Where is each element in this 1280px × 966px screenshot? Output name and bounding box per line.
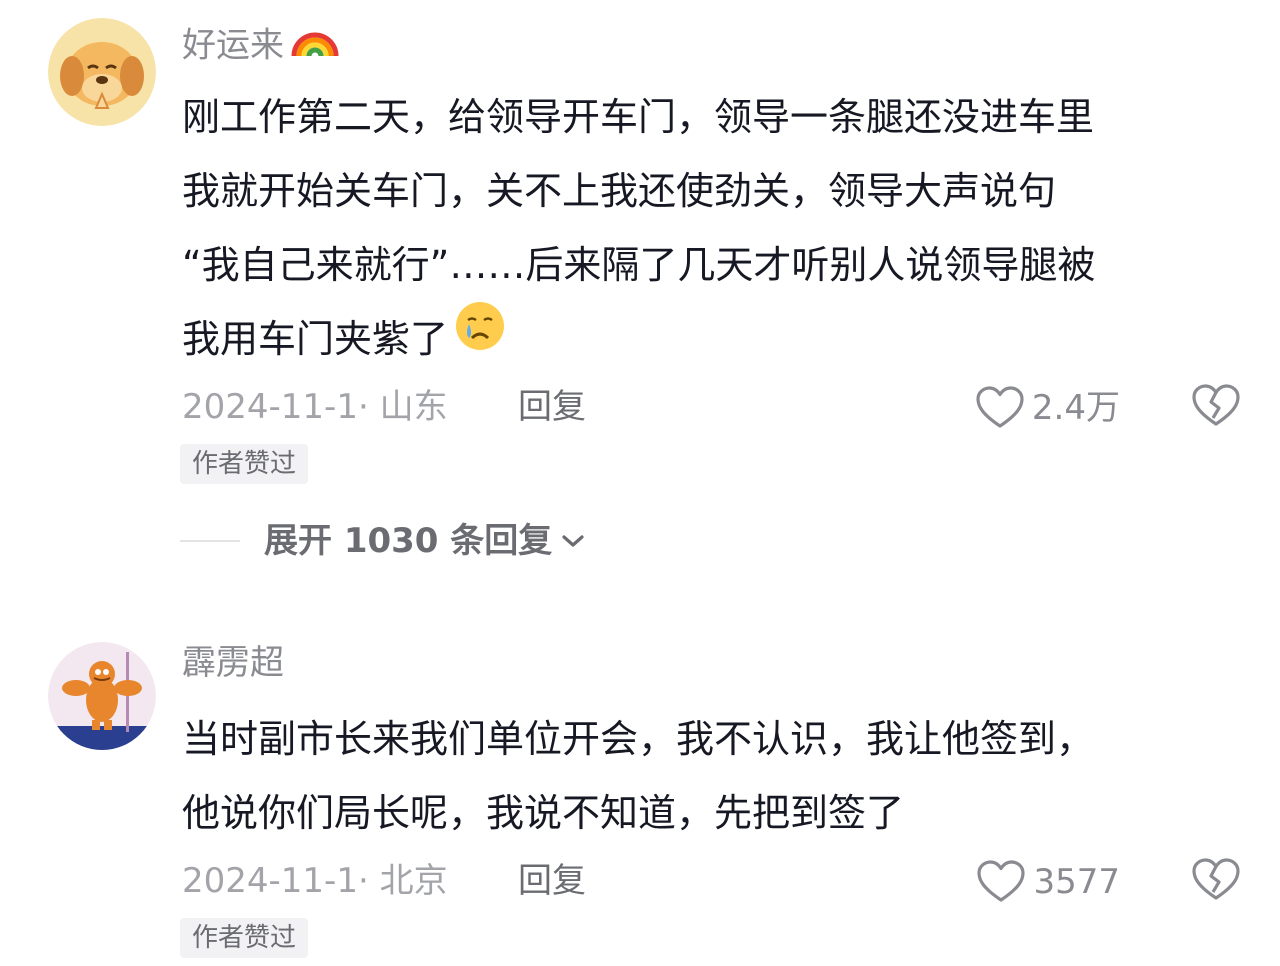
avatar[interactable] — [48, 18, 156, 126]
crying-face-icon — [454, 300, 506, 376]
comment-line: 刚工作第二天，给领导开车门，领导一条腿还没进车里 — [182, 95, 1095, 139]
comment-text: 刚工作第二天，给领导开车门，领导一条腿还没进车里 我就开始关车门，关不上我还使劲… — [182, 80, 1262, 380]
author-liked-badge: 作者赞过 — [180, 444, 309, 484]
reply-button[interactable]: 回复 — [518, 390, 586, 424]
comment-text: 当时副市长来我们单位开会，我不认识，我让他签到， 他说你们局长呢，我说不知道，先… — [182, 702, 1262, 850]
comment-item: 霹雳超 当时副市长来我们单位开会，我不认识，我让他签到， 他说你们局长呢，我说不… — [0, 626, 1280, 966]
comment-line: 当时副市长来我们单位开会，我不认识，我让他签到， — [182, 717, 1095, 761]
avatar[interactable] — [48, 642, 156, 750]
expand-replies-label: 展开 1030 条回复 — [264, 521, 553, 561]
dislike-button[interactable] — [1192, 384, 1240, 432]
cat-avatar-icon — [48, 642, 156, 750]
dog-avatar-icon — [48, 18, 156, 126]
username[interactable]: 霹雳超 — [182, 646, 284, 680]
comment-line: 他说你们局长呢，我说不知道，先把到签了 — [182, 791, 905, 835]
comment-last-line: 我用车门夹紫了 — [182, 300, 1262, 380]
comment-line: 我用车门夹紫了 — [182, 317, 449, 361]
like-count: 3577 — [1033, 862, 1120, 902]
divider — [180, 540, 240, 542]
author-liked-badge: 作者赞过 — [180, 918, 309, 958]
username[interactable]: 好运来 — [182, 26, 340, 68]
expand-replies-button[interactable]: 展开 1030 条回复 — [180, 524, 586, 558]
like-count: 2.4万 — [1031, 388, 1120, 428]
comment-meta: 2024-11-1· 山东 回复 — [182, 387, 586, 427]
heart-icon — [977, 860, 1026, 902]
rainbow-icon — [290, 22, 340, 64]
broken-heart-icon — [1192, 858, 1240, 900]
heart-icon — [976, 386, 1024, 428]
username-text: 好运来 — [182, 25, 284, 66]
date-location: 2024-11-1· 山东 — [182, 387, 448, 427]
dislike-button[interactable] — [1192, 858, 1240, 906]
date-location: 2024-11-1· 北京 — [182, 861, 448, 901]
comment-meta: 2024-11-1· 北京 回复 — [182, 861, 586, 901]
chevron-down-icon — [562, 535, 584, 547]
broken-heart-icon — [1192, 384, 1240, 426]
comment-line: “我自己来就行”……后来隔了几天才听别人说领导腿被 — [182, 243, 1096, 287]
like-button[interactable]: 2.4万 — [976, 386, 1120, 430]
comment-item: 好运来 刚工作第二天，给领导开车门，领导一条腿还没进车里 我就开始关车门，关不上… — [0, 0, 1280, 600]
username-text: 霹雳超 — [182, 643, 284, 683]
like-button[interactable]: 3577 — [977, 860, 1120, 904]
comment-line: 我就开始关车门，关不上我还使劲关，领导大声说句 — [182, 169, 1057, 213]
reply-button[interactable]: 回复 — [518, 864, 586, 898]
